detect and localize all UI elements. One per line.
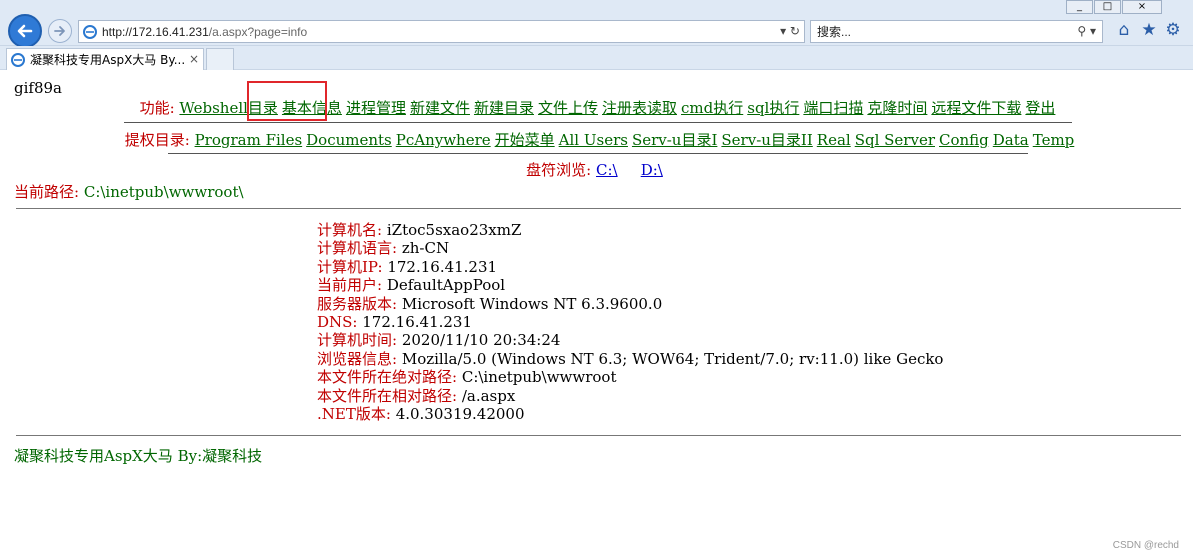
home-icon[interactable]: ⌂ <box>1115 21 1133 39</box>
info-row: 计算机IP: 172.16.41.231 <box>317 257 498 276</box>
current-path: 当前路径: C:\inetpub\wwwroot\ <box>14 181 244 202</box>
maximize-button[interactable]: □ <box>1094 0 1121 14</box>
close-window-button[interactable]: × <box>1122 0 1162 14</box>
info-row: 计算机语言: zh-CN <box>317 239 450 258</box>
tools-gear-icon[interactable]: ⚙ <box>1164 21 1182 39</box>
link-temp[interactable]: Temp <box>1033 131 1075 149</box>
ie-page-icon <box>83 24 97 39</box>
link-process-manage[interactable]: 进程管理 <box>346 99 406 117</box>
page-content: gif89a 功能: Webshell目录 基本信息 进程管理 新建文件 新建目录 文件上… <box>0 71 1193 559</box>
link-cmd-exec[interactable]: cmd执行 <box>681 99 743 117</box>
tab-strip: 凝聚科技专用AspX大马 By... × <box>0 46 1193 70</box>
server-info: 计算机名: iZtoc5sxao23xmZ 计算机语言: zh-CN 计算机IP… <box>317 221 943 423</box>
info-row: .NET版本: 4.0.30319.42000 <box>317 404 525 423</box>
tab-active[interactable]: 凝聚科技专用AspX大马 By... × <box>6 48 204 70</box>
link-remote-download[interactable]: 远程文件下载 <box>931 99 1021 117</box>
info-row: 当前用户: DefaultAppPool <box>317 276 506 295</box>
info-row: DNS: 172.16.41.231 <box>317 312 473 331</box>
link-servu-dir-2[interactable]: Serv-u目录II <box>721 131 812 149</box>
link-real[interactable]: Real <box>817 131 851 149</box>
link-drive-d[interactable]: D:\ <box>641 161 663 179</box>
link-servu-dir-1[interactable]: Serv-u目录I <box>632 131 717 149</box>
footer-text: 凝聚科技专用AspX大马 By:凝聚科技 <box>14 447 263 465</box>
drive-browse: 盘符浏览: C:\ D:\ <box>0 159 1193 180</box>
link-all-users[interactable]: All Users <box>559 131 628 149</box>
ie-tab-icon <box>11 52 25 67</box>
forward-button[interactable] <box>48 19 72 43</box>
browser-toolbar: _ □ × http://172.16.41.231/a.aspx?page=i… <box>0 0 1193 48</box>
favorites-star-icon[interactable]: ★ <box>1140 21 1158 39</box>
link-clone-time[interactable]: 克隆时间 <box>867 99 927 117</box>
divider <box>16 208 1181 209</box>
link-logout[interactable]: 登出 <box>1025 99 1055 117</box>
function-menu: 功能: Webshell目录 基本信息 进程管理 新建文件 新建目录 文件上传 注册表读取 c… <box>3 97 1193 118</box>
link-program-files[interactable]: Program Files <box>195 131 303 149</box>
link-port-scan[interactable]: 端口扫描 <box>803 99 863 117</box>
link-config[interactable]: Config <box>939 131 989 149</box>
current-path-value: C:\inetpub\wwwroot\ <box>83 183 244 201</box>
link-sql-server[interactable]: Sql Server <box>855 131 935 149</box>
divider <box>16 435 1181 436</box>
back-button[interactable] <box>8 14 42 48</box>
search-input[interactable]: 搜索... ⚲ ▾ <box>810 20 1103 43</box>
link-pcanywhere[interactable]: PcAnywhere <box>396 131 491 149</box>
privilege-menu: 提权目录: Program Files Documents PcAnywhere 开始… <box>5 129 1193 150</box>
link-drive-c[interactable]: C:\ <box>596 161 618 179</box>
link-sql-exec[interactable]: sql执行 <box>747 99 799 117</box>
back-arrow-icon <box>17 24 33 38</box>
gif-text: gif89a <box>14 79 62 97</box>
link-documents[interactable]: Documents <box>306 131 392 149</box>
info-row: 本文件所在相对路径: /a.aspx <box>317 386 516 405</box>
privilege-menu-rule <box>168 153 1028 154</box>
highlight-box <box>247 81 327 121</box>
drive-label: 盘符浏览: <box>526 161 592 179</box>
current-path-label: 当前路径: <box>14 183 80 201</box>
minimize-button[interactable]: _ <box>1066 0 1093 14</box>
forward-arrow-icon <box>54 26 65 36</box>
function-label: 功能: <box>139 99 175 117</box>
info-row: 服务器版本: Microsoft Windows NT 6.3.9600.0 <box>317 294 663 313</box>
function-menu-rule <box>124 122 1072 123</box>
link-new-dir[interactable]: 新建目录 <box>474 99 534 117</box>
info-row: 浏览器信息: Mozilla/5.0 (Windows NT 6.3; WOW6… <box>317 349 944 368</box>
link-registry-read[interactable]: 注册表读取 <box>602 99 677 117</box>
search-icon[interactable]: ⚲ ▾ <box>1077 24 1096 38</box>
link-data[interactable]: Data <box>993 131 1029 149</box>
watermark: CSDN @rechd <box>1112 540 1179 551</box>
new-tab-button[interactable] <box>206 48 234 70</box>
link-start-menu[interactable]: 开始菜单 <box>495 131 555 149</box>
info-row: 计算机名: iZtoc5sxao23xmZ <box>317 221 522 239</box>
link-new-file[interactable]: 新建文件 <box>410 99 470 117</box>
search-placeholder: 搜索... <box>817 25 852 39</box>
tab-close-icon[interactable]: × <box>189 52 199 66</box>
address-bar[interactable]: http://172.16.41.231/a.aspx?page=info ▾ … <box>78 20 805 43</box>
info-row: 计算机时间: 2020/11/10 20:34:24 <box>317 331 561 350</box>
tab-title: 凝聚科技专用AspX大马 By... <box>30 53 186 67</box>
info-row: 本文件所在绝对路径: C:\inetpub\wwwroot <box>317 368 617 387</box>
address-dropdown-refresh-icons[interactable]: ▾ ↻ <box>780 24 800 38</box>
privilege-label: 提权目录: <box>124 131 190 149</box>
address-text: http://172.16.41.231/a.aspx?page=info <box>102 24 308 39</box>
link-file-upload[interactable]: 文件上传 <box>538 99 598 117</box>
